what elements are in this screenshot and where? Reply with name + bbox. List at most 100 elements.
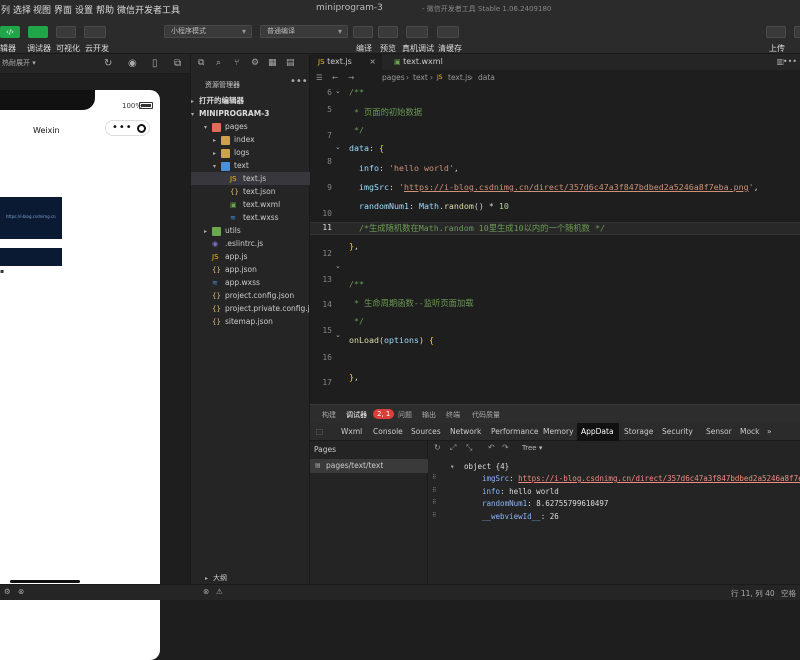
preview-button[interactable] xyxy=(378,26,398,38)
view-mode-select[interactable]: Tree ▾ xyxy=(522,444,542,452)
tab-console[interactable]: Console xyxy=(369,423,407,441)
fold-icon[interactable]: ⌄ xyxy=(335,262,341,270)
tree-item[interactable]: JS app.js xyxy=(191,250,311,263)
json-entry[interactable]: imgSrc: https://i-blog.csdnimg.cn/direct… xyxy=(482,474,800,483)
tab-build[interactable]: 构建 xyxy=(322,410,336,420)
tab-debugger[interactable]: 调试器 xyxy=(346,410,367,420)
visual-toggle-button[interactable] xyxy=(56,26,76,38)
tab-code-quality[interactable]: 代码质量 xyxy=(472,410,500,420)
refresh-icon[interactable]: ↻ xyxy=(434,443,441,452)
fold-icon[interactable]: ⌄ xyxy=(335,331,341,339)
tree-item[interactable]: ▾ pages xyxy=(191,120,311,133)
tab-mock[interactable]: Mock xyxy=(736,423,764,441)
menu-item[interactable]: 界面 xyxy=(54,3,72,16)
warning-icon[interactable]: ⚠ xyxy=(216,587,223,596)
tree-item[interactable]: {} project.config.json xyxy=(191,289,311,302)
tab-network[interactable]: Network xyxy=(446,423,485,441)
tab-performance[interactable]: Performance xyxy=(487,423,543,441)
tree-item[interactable]: ◉ .eslintrc.js xyxy=(191,237,311,250)
layout-icon[interactable]: ▤ xyxy=(286,58,295,68)
tree-item[interactable]: {} text.json xyxy=(191,185,311,198)
tab-storage[interactable]: Storage xyxy=(620,423,657,441)
collapse-icon[interactable]: ⤡ xyxy=(466,443,472,453)
tree-item[interactable]: ≋ text.wxss xyxy=(191,211,311,224)
menu-item[interactable]: 帮助 xyxy=(96,3,114,16)
undo-icon[interactable]: ↶ xyxy=(488,443,495,452)
json-entry[interactable]: randomNum1: 8.62755799610497 xyxy=(482,499,608,508)
extensions-icon[interactable]: ▦ xyxy=(268,58,277,68)
drag-handle-icon[interactable]: ⠿ xyxy=(432,475,438,481)
fold-icon[interactable]: ⌄ xyxy=(335,87,341,95)
capsule-menu[interactable]: ••• xyxy=(105,120,150,136)
collapse-icon[interactable]: ▾ xyxy=(450,462,455,471)
debug-icon[interactable]: ⚙ xyxy=(251,58,259,68)
more-tabs-icon[interactable]: » xyxy=(763,423,776,441)
menu-item[interactable]: 列 xyxy=(1,3,10,16)
code-editor[interactable]: JS text.js × ▣ text.wxml ▥ ••• ☰ ← → pag… xyxy=(310,54,800,404)
tree-item[interactable]: {} project.private.config.js... xyxy=(191,302,321,315)
expand-icon[interactable]: ⤢ xyxy=(450,443,456,453)
project-header[interactable]: ▾ MINIPROGRAM-3 xyxy=(191,107,311,120)
error-icon[interactable]: ⊗ xyxy=(18,587,24,596)
tab-text-wxml[interactable]: ▣ text.wxml xyxy=(386,54,466,70)
tab-security[interactable]: Security xyxy=(658,423,697,441)
tab-text-js[interactable]: JS text.js × xyxy=(310,54,382,70)
forward-arrow-icon[interactable]: → xyxy=(348,70,354,85)
close-icon[interactable]: × xyxy=(369,54,376,70)
more-icon[interactable]: ••• xyxy=(783,57,797,66)
tab-appdata[interactable]: AppData xyxy=(577,423,619,441)
tree-item[interactable]: {} sitemap.json xyxy=(191,315,311,328)
upload-button[interactable] xyxy=(766,26,786,38)
tab-terminal[interactable]: 终端 xyxy=(446,410,460,420)
tree-item[interactable]: ▸ logs xyxy=(191,146,311,159)
breadcrumb-item[interactable]: data xyxy=(478,70,495,85)
page-list-item[interactable]: ▤ pages/text/text xyxy=(310,459,428,473)
menu-item[interactable]: 微信开发者工具 xyxy=(117,3,180,16)
device-select[interactable]: 热耐展开 ▾ xyxy=(2,58,36,68)
mode-select[interactable]: 小程序模式 xyxy=(164,25,252,38)
scm-icon[interactable]: ⑂ xyxy=(234,58,239,68)
tree-item[interactable]: ▸ index xyxy=(191,133,311,146)
search-icon[interactable]: ⌕ xyxy=(216,58,221,68)
refresh-icon[interactable]: ↻ xyxy=(104,58,112,69)
drag-handle-icon[interactable]: ⠿ xyxy=(432,513,438,519)
drag-handle-icon[interactable]: ⠿ xyxy=(432,488,438,494)
editor-toggle-button[interactable]: ‹/› xyxy=(0,26,20,38)
compile-button[interactable] xyxy=(353,26,373,38)
more-icon[interactable]: ••• xyxy=(290,76,308,87)
menu-item[interactable]: 设置 xyxy=(75,3,93,16)
files-icon[interactable]: ⧉ xyxy=(198,58,204,68)
more-icon[interactable]: ••• xyxy=(112,122,133,133)
breadcrumb-item[interactable]: text xyxy=(413,70,428,85)
cloud-button[interactable] xyxy=(84,26,106,38)
clear-cache-button[interactable] xyxy=(437,26,459,38)
tree-item[interactable]: {} app.json xyxy=(191,263,311,276)
nav-back-icon[interactable]: ☰ xyxy=(316,70,323,85)
tree-item[interactable]: ▸ utils xyxy=(191,224,311,237)
open-editors-header[interactable]: ▸ 打开的编辑器 xyxy=(191,94,311,107)
indent-mode[interactable]: 空格 xyxy=(781,588,796,599)
tab-sensor[interactable]: Sensor xyxy=(702,423,736,441)
tab-sources[interactable]: Sources xyxy=(407,423,445,441)
popout-icon[interactable]: ⧉ xyxy=(174,58,181,69)
fold-icon[interactable]: ⌄ xyxy=(335,143,341,151)
drag-handle-icon[interactable]: ⠿ xyxy=(432,500,438,506)
page-button[interactable] xyxy=(0,248,62,266)
cursor-position[interactable]: 行 11, 列 40 xyxy=(731,588,775,599)
record-icon[interactable]: ◉ xyxy=(128,58,137,69)
version-button[interactable] xyxy=(794,26,800,38)
close-miniprogram-icon[interactable] xyxy=(137,124,146,133)
phone-screen[interactable]: 100% Weixin ••• https://i-blog.csdnimg.c… xyxy=(0,90,160,660)
redo-icon[interactable]: ↷ xyxy=(502,443,509,452)
json-entry[interactable]: info: hello world xyxy=(482,487,559,496)
phone-icon[interactable]: ▯ xyxy=(152,58,158,69)
back-arrow-icon[interactable]: ← xyxy=(332,70,338,85)
breadcrumb-item[interactable]: pages xyxy=(382,70,405,85)
tab-memory[interactable]: Memory xyxy=(539,423,578,441)
menu-item[interactable]: 视图 xyxy=(33,3,51,16)
settings-icon[interactable]: ⚙ xyxy=(4,587,11,596)
error-icon[interactable]: ⊗ xyxy=(203,587,209,596)
tree-item[interactable]: JS text.js xyxy=(191,172,311,185)
outline-header[interactable]: ▸ 大纲 xyxy=(191,572,311,584)
tree-item[interactable]: ≋ app.wxss xyxy=(191,276,311,289)
